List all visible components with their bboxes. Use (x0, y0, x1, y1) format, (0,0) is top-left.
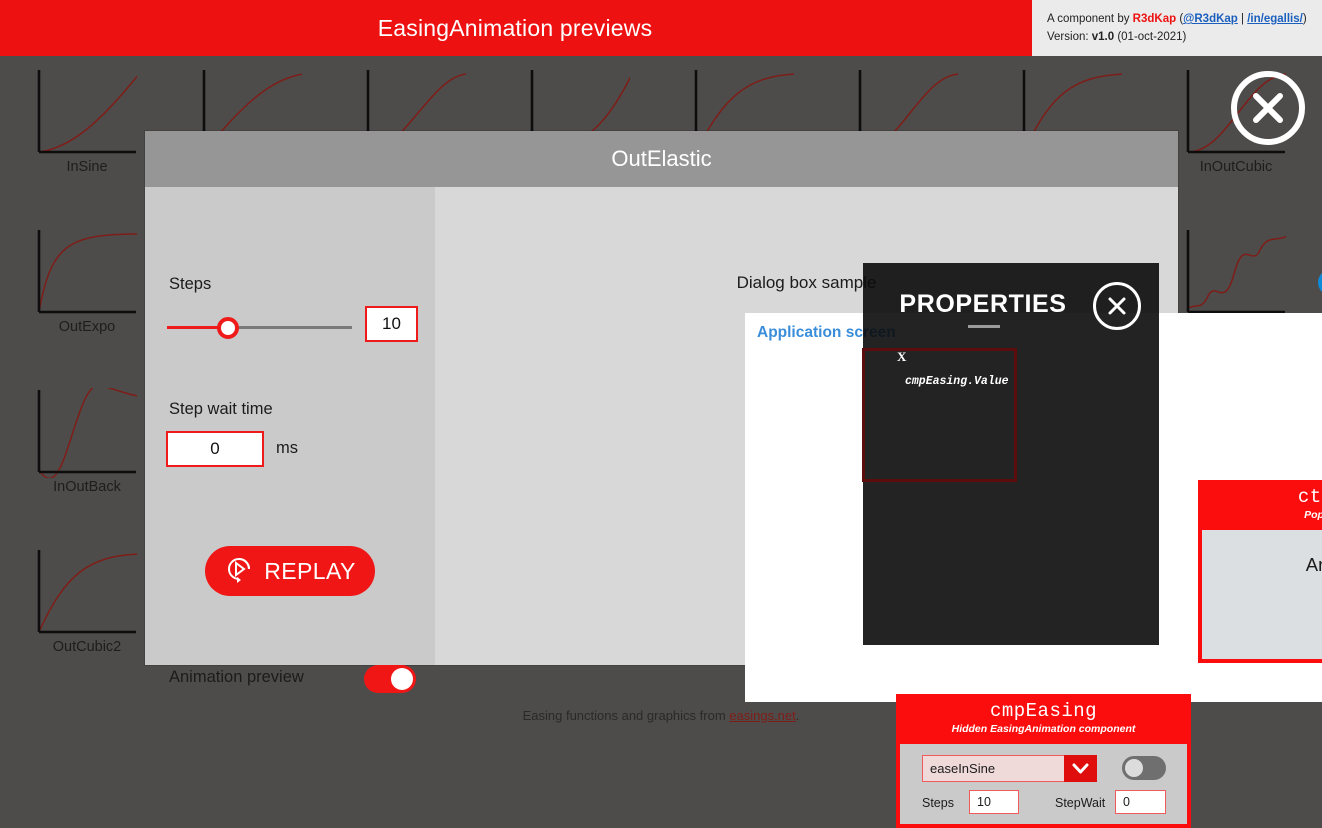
version-label: Version: (1047, 30, 1092, 43)
steps-slider[interactable] (167, 314, 352, 342)
easing-thumbnail-label: OutCubic2 (52, 639, 122, 655)
easing-curve-plot (1186, 228, 1286, 314)
page-title: EasingAnimation previews (377, 14, 653, 41)
dialog-title: OutElastic (611, 146, 712, 171)
confirm-question: Are you sure you want to delete this ite… (1305, 554, 1322, 575)
ctr-popup-name: ctrPopup (1297, 486, 1322, 508)
easing-stepwait-label: StepWait (1055, 796, 1106, 810)
easing-curve-plot (37, 68, 137, 154)
slider-thumb[interactable] (217, 317, 240, 339)
credit-block: A component by R3dKap (@R3dKap | /in/ega… (1030, 0, 1322, 56)
twitter-link[interactable]: @R3dKap (1183, 13, 1238, 25)
version-number: v1.0 (1091, 30, 1115, 43)
easing-select-value: easeInSine (930, 761, 996, 776)
step-wait-unit: ms (276, 439, 298, 457)
toggle-knob (391, 668, 413, 690)
version-date: (01-oct-2021) (1114, 30, 1187, 43)
easing-thumbnail[interactable]: InSine (15, 68, 159, 175)
app-header: EasingAnimation previews A component by … (0, 0, 1322, 56)
step-wait-input[interactable]: 0 (166, 431, 264, 467)
cmp-easing-sub: Hidden EasingAnimation component (951, 723, 1136, 735)
parameters-pane: Steps 10 Step wait time 0 ms REPLAY Anim… (145, 187, 435, 693)
easings-net-link[interactable]: easings.net (729, 708, 796, 723)
properties-panel: PROPERTIES X cmpEasing.Value (862, 263, 1159, 645)
confirm-popup: Are you sure you want to delete this ite… (1198, 526, 1322, 663)
steps-label: Steps (169, 275, 212, 293)
footer-credit-prefix: Easing functions and graphics from (522, 708, 730, 723)
credit-prefix: A component by (1047, 13, 1133, 25)
ctr-popup-sub: Popup container (1304, 509, 1322, 521)
easing-thumbnail-label: OutExpo (58, 319, 116, 335)
credit-author: R3dKap (1132, 13, 1177, 25)
property-field-value: cmpEasing.Value (905, 375, 1009, 388)
easing-thumbnail-label: InOutCubic (1199, 159, 1273, 175)
footer-credit-suffix: . (795, 708, 800, 723)
animation-preview-toggle[interactable] (364, 665, 416, 693)
confirm-popup-inner: Are you sure you want to delete this ite… (1202, 530, 1322, 659)
animation-preview-label: Animation preview (169, 668, 304, 686)
easing-stepwait-input[interactable]: 0 (1115, 790, 1166, 814)
chevron-down-icon[interactable] (1064, 755, 1097, 782)
easing-curve-plot (37, 388, 137, 478)
cmp-easing-name: cmpEasing (989, 700, 1098, 722)
replay-button[interactable]: REPLAY (205, 546, 375, 596)
credit-separator: | (1237, 13, 1248, 25)
steps-input[interactable]: 10 (365, 306, 418, 342)
ctr-popup-badge: ctrPopup Popup container (1198, 480, 1322, 526)
easing-enabled-toggle[interactable] (1122, 756, 1166, 780)
dialog-titlebar: OutElastic (145, 131, 1178, 187)
property-field-box (862, 348, 1017, 482)
cmp-easing-panel: easeInSine Steps 10 StepWait 0 (896, 740, 1191, 828)
easing-steps-input[interactable]: 10 (969, 790, 1019, 814)
replay-label: REPLAY (264, 557, 356, 584)
easing-steps-label: Steps (922, 796, 954, 810)
step-wait-label: Step wait time (169, 400, 273, 418)
properties-divider (968, 325, 1000, 328)
easing-thumbnail[interactable]: InOutBack (15, 388, 159, 495)
close-circle-icon[interactable] (1231, 71, 1305, 145)
easing-thumbnail-label: InOutBack (53, 479, 121, 495)
linkedin-link[interactable]: /in/egallis/ (1247, 13, 1303, 25)
cmp-easing-inner: easeInSine Steps 10 StepWait 0 (900, 744, 1187, 824)
toggle-knob (1125, 759, 1143, 777)
cmp-easing-badge: cmpEasing Hidden EasingAnimation compone… (896, 694, 1191, 740)
easing-curve-plot (37, 228, 137, 314)
properties-title: PROPERTIES (899, 290, 1067, 318)
close-circle-icon[interactable] (1093, 282, 1141, 330)
easing-thumbnail-label: InSine (66, 159, 108, 175)
property-field-label: X (897, 349, 907, 364)
replay-circle-play-icon (224, 554, 254, 589)
easing-select[interactable]: easeInSine (922, 755, 1097, 782)
easing-thumbnail[interactable]: OutExpo (15, 228, 159, 335)
